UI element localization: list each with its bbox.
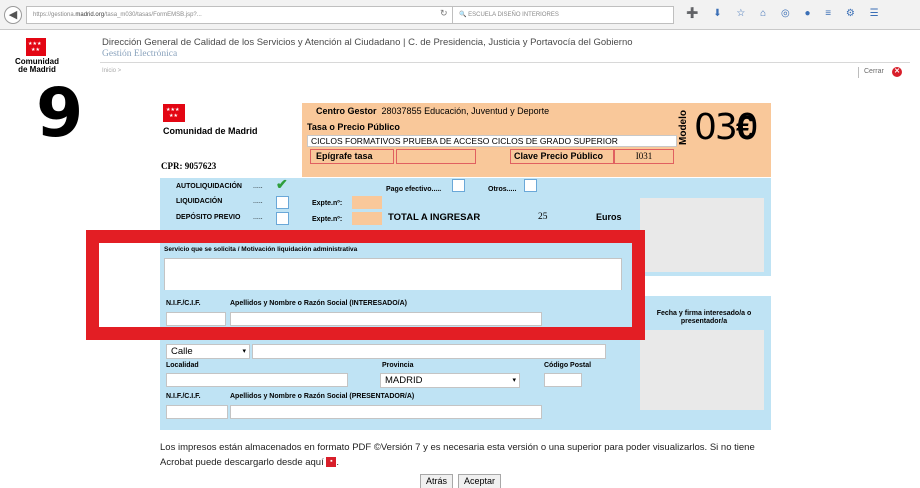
check-icon[interactable]: ✔ (276, 176, 288, 193)
provincia-label: Provincia (382, 362, 414, 369)
cp-label: Código Postal (544, 362, 592, 369)
page-subtitle: Gestión Electrónica (102, 49, 178, 59)
logo-line2: de Madrid (18, 65, 56, 74)
expte-label: Expte.nº: (312, 200, 343, 207)
header-divider (100, 62, 910, 63)
cpr-code: CPR: 9057623 (161, 161, 217, 171)
centro-gestor-label: Centro Gestor (316, 106, 377, 116)
modelo-label: Modelo (678, 110, 689, 145)
expte-label: Expte.nº: (312, 216, 343, 223)
autoliquidacion-label: AUTOLIQUIDACIÓN (176, 183, 242, 190)
search-text: ESCUELA DISEÑO INTERIORES (468, 12, 559, 18)
clave-field: I031 (614, 149, 674, 164)
browser-search-input[interactable]: 🔍 ESCUELA DISEÑO INTERIORES (452, 6, 674, 24)
comunidad-madrid-flag-icon: ★★★ ★★ (26, 38, 46, 56)
otros-label: Otros..... (488, 186, 517, 193)
pago-efectivo-checkbox[interactable] (452, 179, 465, 192)
localidad-label: Localidad (166, 362, 199, 369)
dots: ..... (253, 198, 263, 205)
via-select[interactable]: Calle ▾ (166, 344, 250, 359)
nif2-label: N.I.F./C.I.F. (166, 393, 201, 400)
url-domain: madrid.org (75, 12, 105, 18)
provincia-select[interactable]: MADRID ▾ (380, 373, 520, 388)
apellidos2-label: Apellidos y Nombre o Razón Social (PRESE… (230, 393, 415, 400)
calle-input[interactable] (252, 344, 606, 359)
cp-input[interactable] (544, 373, 582, 387)
localidad-input[interactable] (166, 373, 348, 387)
form-logo-text: Comunidad de Madrid (163, 126, 258, 136)
clave-label: Clave Precio Público (510, 149, 614, 164)
form-flag-icon: ★★★ ★★ (163, 104, 185, 122)
back-arrow-icon[interactable]: ◀ (4, 6, 22, 24)
cerrar-link[interactable]: Cerrar (864, 68, 884, 75)
aceptar-button[interactable]: Aceptar (458, 474, 502, 488)
step-number: 9 (36, 74, 84, 153)
pago-efectivo-label: Pago efectivo..... (386, 186, 442, 193)
liquidacion-checkbox[interactable] (276, 196, 289, 209)
atras-button[interactable]: Atrás (420, 474, 454, 488)
centro-gestor-value: 28037855 Educación, Juventud y Deporte (381, 106, 550, 116)
chevron-down-icon: ▾ (512, 377, 516, 384)
tasa-field: CICLOS FORMATIVOS PRUEBA DE ACCESO CICLO… (307, 135, 677, 147)
liquidacion-label: LIQUIDACIÓN (176, 198, 223, 205)
browser-toolbar-icons[interactable]: ➕ ⬇ ☆ ⌂ ◎ ● ≡ ⚙ ☰ (686, 8, 885, 19)
url-bar[interactable]: https://gestiona.madrid.org/tasa_m030/ta… (26, 6, 478, 24)
separator (858, 67, 859, 78)
expte-field[interactable] (352, 212, 382, 225)
total-label: TOTAL A INGRESAR (388, 212, 481, 223)
url-prefix: https://gestiona. (33, 12, 76, 18)
centro-gestor-row: Centro Gestor 28037855 Educación, Juvent… (316, 106, 549, 116)
via-value: Calle (171, 346, 193, 357)
red-highlight-box (86, 230, 645, 340)
dots: ..... (253, 183, 263, 190)
nif2-input[interactable] (166, 405, 228, 419)
pdf-notice-text: Los impresos están almacenados en format… (160, 442, 755, 468)
firma-label: Fecha y firma interesado/a o presentador… (656, 310, 752, 325)
url-rest: /tasa_m030/tasas/FormEMSB.jsp?... (104, 12, 202, 18)
total-value: 25 (538, 212, 548, 222)
dots: ..... (253, 214, 263, 221)
firma-box (640, 330, 764, 410)
pdf-notice: Los impresos están almacenados en format… (160, 442, 755, 468)
euros-label: Euros (596, 212, 622, 222)
epigrafe-label: Epígrafe tasa (310, 149, 394, 164)
close-icon[interactable]: ✕ (892, 67, 902, 77)
tasa-label: Tasa o Precio Público (307, 122, 400, 132)
validation-box (640, 198, 764, 272)
pdf-icon[interactable]: ▪ (326, 457, 337, 468)
expte-field[interactable] (352, 196, 382, 209)
deposito-label: DEPÓSITO PREVIO (176, 214, 241, 221)
deposito-checkbox[interactable] (276, 212, 289, 225)
reload-icon[interactable]: ↻ (440, 8, 448, 19)
euro-icon: € (736, 109, 755, 147)
chevron-down-icon: ▾ (242, 348, 246, 355)
comunidad-madrid-logo-text: Comunidad de Madrid (12, 58, 62, 74)
breadcrumb[interactable]: Inicio > (102, 68, 121, 74)
provincia-value: MADRID (385, 375, 423, 386)
otros-checkbox[interactable] (524, 179, 537, 192)
epigrafe-field[interactable] (396, 149, 476, 164)
apellidos2-input[interactable] (230, 405, 542, 419)
department-title: Dirección General de Calidad de los Serv… (102, 37, 633, 48)
